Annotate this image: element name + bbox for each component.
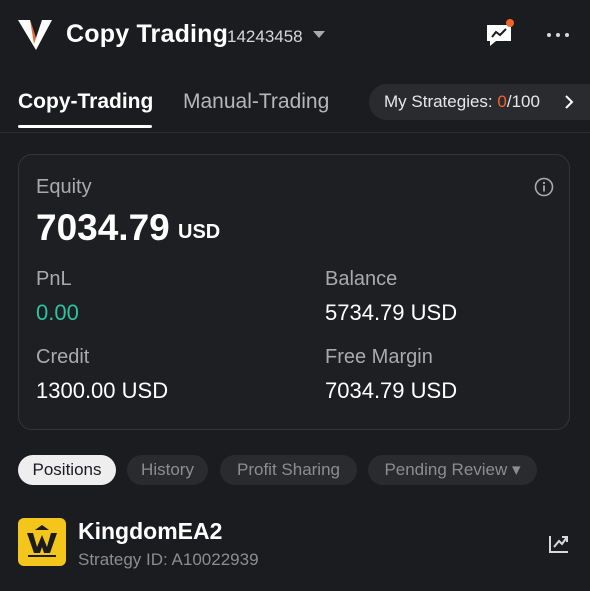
chevron-right-icon [565, 95, 574, 109]
notification-dot [506, 19, 514, 27]
free-margin-value: 7034.79 USD [325, 378, 458, 403]
logo-icon [18, 20, 52, 50]
more-dots-icon[interactable] [545, 24, 571, 46]
chip-positions[interactable]: Positions [18, 455, 116, 485]
my-strategies-label: My Strategies: 0/100 [384, 92, 540, 111]
tab-copy-trading[interactable]: Copy-Trading [18, 90, 153, 114]
chip-history[interactable]: History [127, 455, 208, 485]
pnl-label: PnL [36, 268, 72, 290]
equity-value: 7034.79 [36, 207, 170, 248]
strategy-name: KingdomEA2 [78, 518, 223, 544]
equity-label: Equity [36, 176, 92, 198]
chip-pending-review[interactable]: Pending Review ▾ [368, 455, 537, 485]
chip-profit-sharing[interactable]: Profit Sharing [220, 455, 357, 485]
strategy-id: Strategy ID: A10022939 [78, 550, 259, 569]
caret-down-icon[interactable] [312, 30, 326, 40]
active-tab-indicator [18, 125, 152, 128]
balance-label: Balance [325, 268, 398, 290]
account-number[interactable]: 14243458 [227, 27, 303, 47]
strategy-avatar [18, 518, 66, 566]
balance-value: 5734.79 USD [325, 300, 458, 325]
credit-label: Credit [36, 346, 90, 368]
strategy-list-item[interactable]: KingdomEA2 Strategy ID: A10022939 [0, 510, 590, 591]
share-icon[interactable] [548, 532, 570, 554]
credit-value: 1300.00 USD [36, 378, 169, 403]
tab-manual-trading[interactable]: Manual-Trading [183, 90, 329, 114]
free-margin-label: Free Margin [325, 346, 433, 368]
info-icon[interactable] [534, 177, 554, 197]
account-summary-card: Equity 7034.79 USD PnL 0.00 Balance 5734… [18, 154, 570, 430]
trading-tabs: Copy-Trading Manual-Trading My Strategie… [0, 78, 590, 133]
pnl-value: 0.00 [36, 300, 79, 325]
strategies-count: 0 [497, 92, 507, 111]
top-bar: Copy Trading 14243458 [0, 0, 590, 72]
kingdom-logo-icon [27, 525, 57, 557]
my-strategies-button[interactable]: My Strategies: 0/100 [369, 84, 590, 120]
equity-unit: USD [178, 221, 221, 243]
page-title: Copy Trading [66, 20, 229, 48]
